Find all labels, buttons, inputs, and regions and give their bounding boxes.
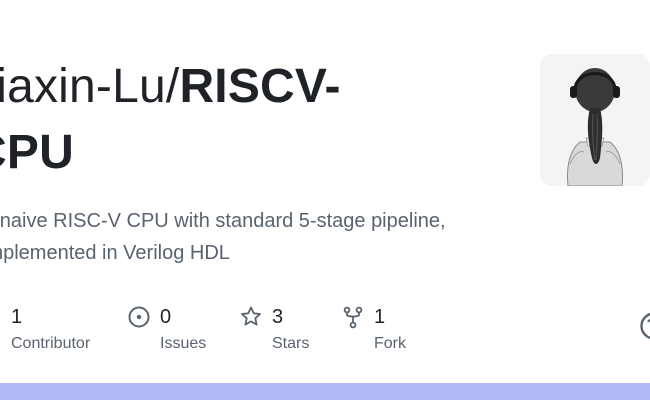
repo-forked-icon: [343, 305, 367, 329]
repo-social-card: Jiaxin-Lu/RISCV- CPU A naive RISC-V CPU w…: [0, 0, 650, 400]
contributors-label: Contributor: [11, 335, 91, 352]
repo-name-part2: CPU: [0, 126, 74, 179]
issue-opened-icon: [128, 305, 152, 329]
repo-description: A naive RISC-V CPU with standard 5-stage…: [0, 205, 502, 269]
repo-name-part1: RISCV-: [179, 60, 341, 113]
stat-contributors[interactable]: 1 Contributor: [0, 300, 118, 360]
repo-owner: Jiaxin-Lu/: [0, 60, 180, 113]
repo-description-line2: implemented in Verilog HDL: [0, 242, 230, 264]
stars-label: Stars: [272, 335, 310, 352]
stat-forks[interactable]: 1 Fork: [343, 300, 443, 360]
repo-title: Jiaxin-Lu/RISCV- CPU: [0, 54, 472, 186]
issues-label: Issues: [160, 335, 207, 352]
forks-label: Fork: [374, 335, 406, 352]
repo-stats: 1 Contributor 0 Issues 3 Stars 1 Fork: [0, 300, 650, 360]
owner-avatar: [540, 54, 650, 186]
issues-count: 0: [160, 306, 172, 328]
forks-count: 1: [374, 306, 386, 328]
contributors-count: 1: [11, 306, 23, 328]
stars-count: 3: [272, 306, 284, 328]
star-icon: [240, 305, 264, 329]
github-logo-icon: [640, 312, 650, 340]
people-icon: [0, 305, 2, 329]
stat-issues[interactable]: 0 Issues: [128, 300, 238, 360]
stat-stars[interactable]: 3 Stars: [240, 300, 340, 360]
repo-description-line1: A naive RISC-V CPU with standard 5-stage…: [0, 210, 446, 232]
avatar-illustration: [540, 54, 650, 186]
language-color-bar: [0, 383, 650, 400]
